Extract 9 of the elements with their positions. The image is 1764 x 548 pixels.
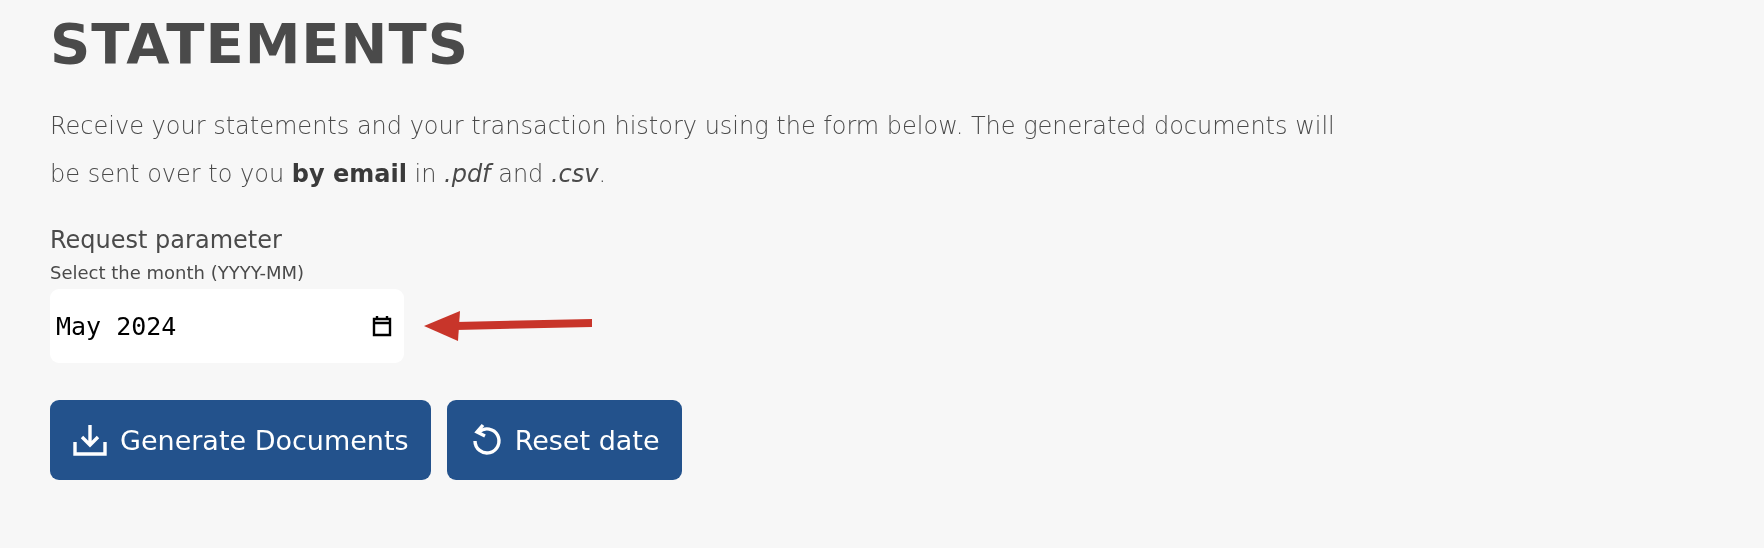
month-field[interactable]: May 2024 [50,289,404,363]
reset-button[interactable]: Reset date [446,400,682,480]
field-hint: Select the month (YYYY-MM) [50,262,306,283]
section-label: Request parameter [50,226,283,254]
generate-button[interactable]: Generate Documents [50,400,431,480]
description-text: Receive your statements and your transaction history using the form below. The generated documents will be sent over to you by email in .pdf and .csv. [50,111,1336,190]
page-title: STATEMENTS [50,10,470,78]
calendar-icon[interactable] [372,315,392,337]
download-icon [72,422,108,458]
